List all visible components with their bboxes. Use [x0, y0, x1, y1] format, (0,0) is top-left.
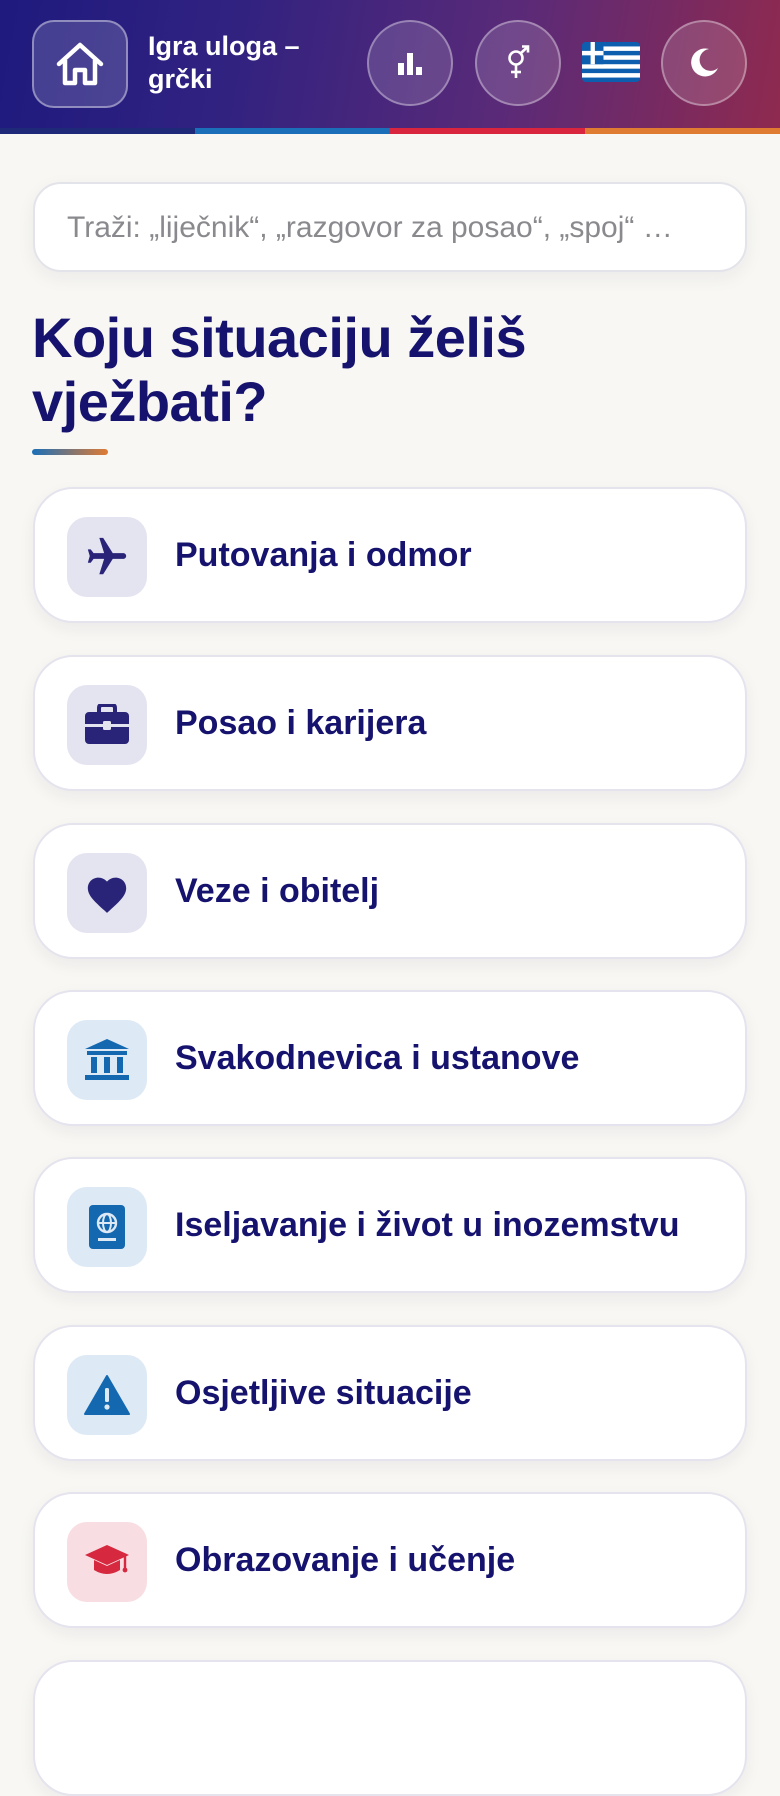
greek-flag-icon: [582, 42, 640, 82]
home-button[interactable]: [32, 20, 128, 108]
gender-button[interactable]: [475, 20, 561, 106]
category-card-partial[interactable]: [33, 1660, 747, 1796]
category-card-relationships[interactable]: Veze i obitelj: [33, 823, 747, 959]
category-label: Osjetljive situacije: [175, 1373, 472, 1412]
heart-icon: [67, 853, 147, 933]
category-label: Iseljavanje i život u inozemstvu: [175, 1205, 680, 1244]
language-flag-button[interactable]: [582, 42, 640, 82]
category-label: Putovanja i odmor: [175, 535, 472, 574]
category-label: Posao i karijera: [175, 703, 427, 742]
category-card-work[interactable]: Posao i karijera: [33, 655, 747, 791]
category-card-sensitive[interactable]: Osjetljive situacije: [33, 1325, 747, 1461]
institution-icon: [67, 1020, 147, 1100]
category-card-travel[interactable]: Putovanja i odmor: [33, 487, 747, 623]
category-label: Veze i obitelj: [175, 871, 380, 910]
category-card-everyday[interactable]: Svakodnevica i ustanove: [33, 990, 747, 1126]
gender-icon: [508, 45, 530, 78]
bar-chart-icon: [398, 53, 422, 75]
passport-icon: [67, 1187, 147, 1267]
theme-toggle-button[interactable]: [661, 20, 747, 106]
graduation-cap-icon: [67, 1522, 147, 1602]
app-title: Igra uloga – grčki: [148, 31, 300, 94]
category-card-education[interactable]: Obrazovanje i učenje: [33, 1492, 747, 1628]
search-box: [33, 182, 747, 272]
briefcase-icon: [67, 685, 147, 765]
page-title: Koju situaciju želiš vježbati?: [32, 306, 527, 433]
stats-button[interactable]: [367, 20, 453, 106]
home-icon: [56, 42, 104, 86]
category-card-emigration[interactable]: Iseljavanje i život u inozemstvu: [33, 1157, 747, 1293]
warning-icon: [67, 1355, 147, 1435]
title-underline: [32, 449, 108, 455]
category-label: Obrazovanje i učenje: [175, 1540, 516, 1579]
moon-icon: [691, 48, 718, 77]
category-label: Svakodnevica i ustanove: [175, 1038, 580, 1077]
header-color-stripe: [0, 128, 780, 134]
search-input[interactable]: [65, 184, 719, 272]
app-header: Igra uloga – grčki: [0, 0, 780, 128]
airplane-icon: [67, 517, 147, 597]
